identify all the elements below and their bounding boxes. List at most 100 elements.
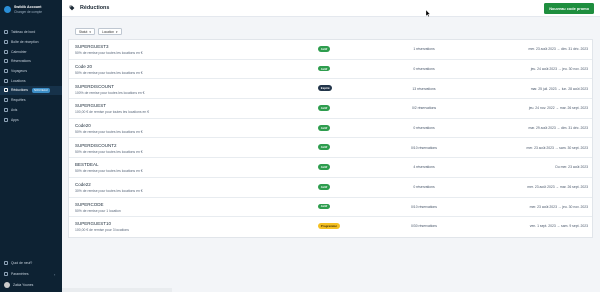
sidebar-item-label: Quoi de neuf?	[11, 260, 33, 265]
status-badge: Expiré	[318, 85, 333, 92]
status-badge: Actif	[318, 164, 331, 170]
promo-code: SUPERGUEST10	[75, 221, 112, 227]
reservations-count: 4 réservations	[413, 165, 435, 170]
validity-dates: mer. 23 août 2023 → mar. 26 sept. 2023	[527, 185, 588, 189]
sidebar-item-dashboard[interactable]: Tableau de bord	[0, 28, 62, 38]
new-promo-code-button[interactable]: Nouveau code promo	[544, 3, 594, 14]
promo-row[interactable]: Code22 30% de remise pour toutes les loca…	[69, 178, 592, 198]
sidebar-item-star[interactable]: Avis	[0, 105, 62, 115]
status-filter[interactable]: Statut ▾	[75, 28, 95, 35]
reservations-count: 0/10 réservations	[410, 145, 437, 150]
calendar-icon	[4, 49, 8, 54]
status-badge: Actif	[318, 65, 331, 72]
promo-row[interactable]: SUPERGUEST3 50% de remise pour toutes les…	[69, 40, 592, 60]
avatar	[4, 282, 10, 288]
sidebar-item-home[interactable]: Locations	[0, 76, 62, 86]
sidebar-item-inbox[interactable]: Boîte de réception	[0, 37, 62, 47]
sidebar-item-label: Réservations	[11, 59, 31, 64]
inbox-icon	[4, 40, 8, 45]
star-icon	[4, 107, 8, 112]
requests-icon	[4, 98, 8, 103]
status-badge: Actif	[318, 144, 331, 151]
status-badge: Actif	[318, 46, 331, 52]
promo-description: 50% de remise pour toutes les locations …	[75, 130, 143, 135]
page-header: Réductions Nouveau code promo	[62, 0, 600, 17]
promo-row[interactable]: Code20 50% de remise pour toutes les loca…	[69, 119, 592, 139]
sidebar-bottom: Quoi de neuf? Paramètres Zakia Younes	[0, 257, 62, 292]
promo-code-list: SUPERGUEST3 50% de remise pour toutes les…	[68, 39, 593, 238]
sidebar-item-settings[interactable]: Paramètres	[0, 268, 62, 279]
sidebar-item-label: Calendrier	[11, 49, 27, 54]
account-name: Swiklik Account	[14, 5, 42, 9]
promo-row[interactable]: SUPERCODE 50% de remise pour 1 location Ac…	[69, 198, 592, 218]
sidebar-item-requests[interactable]: Requêtes	[0, 95, 62, 105]
promo-description: 50% de remise pour toutes les locations …	[75, 149, 143, 154]
chevron-left-icon[interactable]: ‹	[54, 272, 55, 277]
promo-row[interactable]: SUPERDISCOUNT 100% de remise pour toutes …	[69, 79, 592, 100]
sidebar-item-bookings[interactable]: Réservations	[0, 57, 62, 67]
promo-description: 50% de remise pour toutes les locations …	[75, 51, 143, 56]
reservations-count: 0 réservations	[413, 66, 435, 71]
status-badge: Actif	[318, 203, 331, 210]
promo-row[interactable]: SUPERGUEST 100,00 € de remise pour toutes…	[69, 99, 592, 119]
sidebar-item-label: Requêtes	[11, 98, 26, 103]
promo-row[interactable]: SUPERDISCOUNT2 50% de remise pour toutes …	[69, 138, 592, 159]
promo-row[interactable]: SUPERGUEST10 100,00 € de remise pour 3 lo…	[69, 217, 592, 237]
sidebar-item-label: Réductions	[11, 88, 28, 93]
tag-icon	[4, 88, 8, 93]
account-switcher[interactable]: Swiklik Account Changer de compte	[0, 0, 62, 18]
switch-account-link[interactable]: Changer de compte	[14, 10, 42, 14]
sidebar-item-calendar[interactable]: Calendrier	[0, 47, 62, 57]
validity-dates: ven. 1 sept. 2023 → sam. 9 sept. 2023	[529, 224, 588, 229]
sidebar-item-label: Boîte de réception	[11, 40, 39, 45]
reservations-count: 0/10 réservations	[410, 204, 437, 209]
sidebar-nav: Tableau de bord Boîte de réception Calendr…	[0, 28, 62, 125]
promo-description: 30% de remise pour toutes les locations …	[75, 189, 143, 194]
promo-description: 100% de remise pour toutes les locations…	[75, 90, 145, 95]
gear-icon	[4, 271, 8, 276]
sidebar-item-whats-new[interactable]: Quoi de neuf?	[0, 257, 62, 268]
promo-code: SUPERGUEST3	[75, 44, 109, 50]
promo-code: SUPERGUEST	[75, 103, 107, 109]
user-profile[interactable]: Zakia Younes	[0, 279, 62, 292]
filters-bar: Statut ▾ Location ▾	[75, 28, 122, 35]
dashboard-icon	[4, 30, 8, 35]
promo-code: SUPERDISCOUNT2	[75, 142, 117, 148]
page-title: Réductions	[80, 5, 110, 11]
promo-code: BESTDEAL	[75, 162, 99, 168]
promo-code: SUPERDISCOUNT	[75, 83, 115, 89]
validity-dates: jeu. 24 août 2023 → jeu. 30 nov. 2023	[530, 66, 588, 71]
validity-dates: mer. 23 août 2023 → dim. 31 déc. 2023	[528, 47, 588, 52]
sidebar-item-apps[interactable]: Apps	[0, 115, 62, 125]
status-badge: Programmé	[318, 223, 340, 229]
reservations-count: 1 réservations	[413, 47, 435, 52]
promo-row[interactable]: BESTDEAL 50% de remise pour toutes les lo…	[69, 158, 592, 178]
promo-description: 100,00 € de remise pour toutes les locat…	[75, 110, 150, 115]
promo-code: Code22	[75, 182, 91, 188]
bookings-icon	[4, 59, 8, 64]
promo-row[interactable]: Code 20 50% de remise pour toutes les loc…	[69, 60, 592, 80]
sidebar-item-label: Avis	[11, 107, 18, 112]
sidebar-item-label: Voyageurs	[11, 69, 28, 74]
validity-dates: jeu. 24 nov. 2022 → mar. 26 sept. 2023	[528, 106, 588, 111]
location-filter-label: Location	[101, 29, 115, 34]
account-avatar	[4, 6, 11, 13]
chevron-down-icon: ▾	[116, 29, 118, 34]
apps-icon	[4, 117, 8, 122]
mouse-cursor-icon	[426, 10, 430, 17]
user-name: Zakia Younes	[13, 283, 34, 287]
travelers-icon	[4, 69, 8, 74]
reservations-count: 0/30 réservations	[410, 224, 437, 229]
sidebar-item-tag[interactable]: Réductions NOUVEAU	[0, 85, 62, 96]
promo-code: Code20	[75, 123, 91, 129]
chevron-down-icon: ▾	[89, 29, 91, 34]
reservations-count: 13 réservations	[412, 86, 436, 91]
promo-description: 100,00 € de remise pour 3 locations	[75, 228, 129, 233]
new-badge: NOUVEAU	[31, 87, 50, 94]
location-filter[interactable]: Location ▾	[97, 28, 122, 35]
sidebar-item-label: Apps	[11, 117, 19, 122]
sidebar-item-travelers[interactable]: Voyageurs	[0, 66, 62, 76]
validity-dates: mer. 23 août 2023 → sam. 30 sept. 2023	[526, 145, 588, 150]
promo-code: SUPERCODE	[75, 201, 104, 207]
validity-dates: mer. 23 août 2023 → jeu. 30 nov. 2023	[529, 204, 588, 209]
